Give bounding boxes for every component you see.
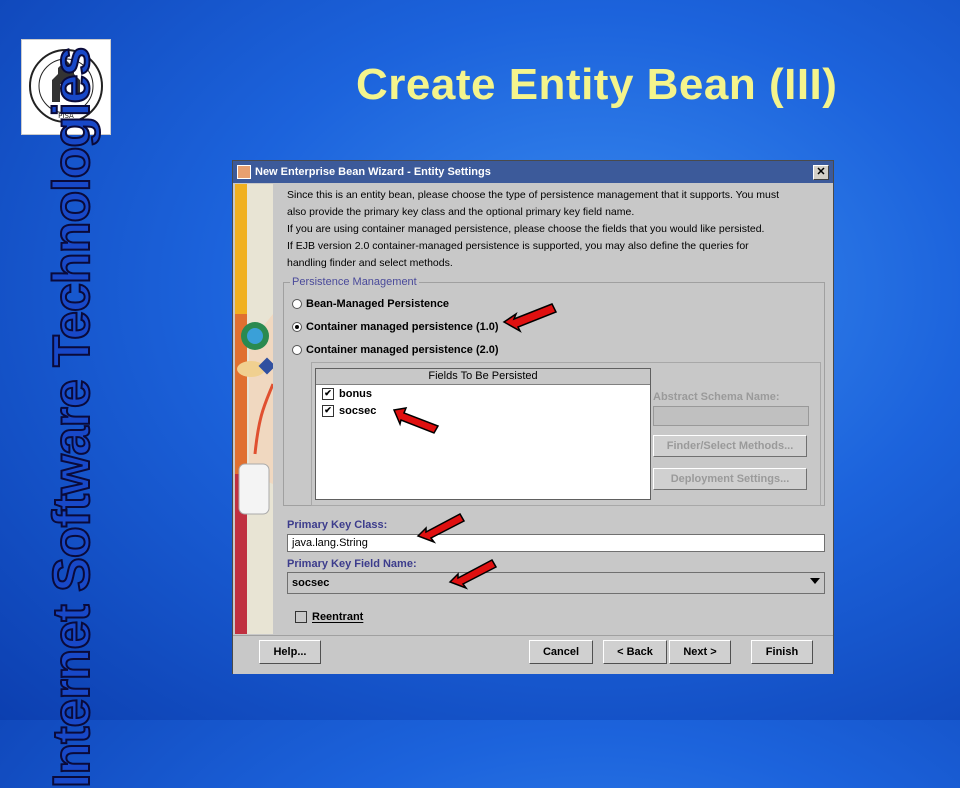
annotation-arrow-icon — [448, 558, 498, 590]
checkbox-checked[interactable]: ✔ — [322, 387, 334, 400]
checkbox-unchecked[interactable] — [295, 611, 307, 623]
reentrant-checkbox[interactable]: Reentrant — [295, 611, 363, 623]
field-name: socsec — [339, 404, 377, 417]
annotation-arrow-icon — [392, 407, 440, 434]
annotation-arrow-icon — [502, 303, 558, 333]
close-icon[interactable]: ✕ — [813, 164, 829, 180]
dialog-title: New Enterprise Bean Wizard - Entity Sett… — [255, 166, 491, 178]
radio-indicator[interactable] — [292, 299, 302, 309]
primary-key-class-label: Primary Key Class: — [287, 519, 388, 531]
intro-text: Since this is an entity bean, please cho… — [287, 187, 827, 272]
field-row-bonus[interactable]: ✔ bonus — [316, 385, 650, 402]
radio-bean-managed[interactable]: Bean-Managed Persistence — [292, 298, 449, 310]
wizard-dialog: New Enterprise Bean Wizard - Entity Sett… — [232, 160, 834, 674]
table-header[interactable]: Fields To Be Persisted — [316, 369, 650, 385]
field-row-socsec[interactable]: ✔ socsec — [316, 402, 650, 419]
radio-label: Container managed persistence (1.0) — [306, 321, 499, 333]
intro-line: also provide the primary key class and t… — [287, 206, 635, 218]
intro-line: If you are using container managed persi… — [287, 223, 765, 235]
dialog-titlebar[interactable]: New Enterprise Bean Wizard - Entity Sett… — [233, 161, 833, 183]
finder-select-methods-button: Finder/Select Methods... — [653, 435, 807, 457]
abstract-schema-label: Abstract Schema Name: — [653, 391, 780, 403]
checkbox-checked[interactable]: ✔ — [322, 404, 334, 417]
intro-line: Since this is an entity bean, please cho… — [287, 189, 780, 201]
persistence-legend: Persistence Management — [292, 276, 417, 288]
wizard-content: Since this is an entity bean, please cho… — [273, 184, 829, 634]
dialog-button-bar: Help... Cancel < Back Next > Finish — [233, 635, 833, 674]
side-vertical-title: Internet Software Technologies — [42, 47, 102, 788]
select-value: socsec — [292, 577, 330, 589]
radio-container-managed-2-0[interactable]: Container managed persistence (2.0) — [292, 344, 499, 356]
annotation-arrow-icon — [416, 512, 466, 544]
slide-title: Create Entity Bean (III) — [356, 60, 838, 109]
primary-key-field-select[interactable]: socsec — [287, 572, 825, 594]
deployment-settings-button: Deployment Settings... — [653, 468, 807, 490]
finish-button[interactable]: Finish — [751, 640, 813, 664]
intro-line: handling finder and select methods. — [287, 257, 453, 269]
reentrant-label: Reentrant — [312, 611, 364, 623]
radio-indicator[interactable] — [292, 322, 302, 332]
wizard-graphic — [235, 184, 273, 634]
abstract-schema-input — [653, 406, 809, 426]
radio-indicator[interactable] — [292, 345, 302, 355]
fields-to-persist-table[interactable]: Fields To Be Persisted ✔ bonus ✔ socsec — [315, 368, 651, 500]
intro-line: If EJB version 2.0 container-managed per… — [287, 240, 749, 252]
radio-container-managed-1-0[interactable]: Container managed persistence (1.0) — [292, 321, 499, 333]
next-button[interactable]: Next > — [669, 640, 731, 664]
field-name: bonus — [339, 387, 372, 400]
app-icon — [237, 165, 251, 179]
cancel-button[interactable]: Cancel — [529, 640, 593, 664]
back-button[interactable]: < Back — [603, 640, 667, 664]
help-button[interactable]: Help... — [259, 640, 321, 664]
radio-label: Bean-Managed Persistence — [306, 298, 450, 310]
radio-label: Container managed persistence (2.0) — [306, 344, 499, 356]
primary-key-field-label: Primary Key Field Name: — [287, 558, 417, 570]
primary-key-class-input[interactable]: java.lang.String — [287, 534, 825, 552]
chevron-down-icon[interactable] — [810, 578, 820, 584]
